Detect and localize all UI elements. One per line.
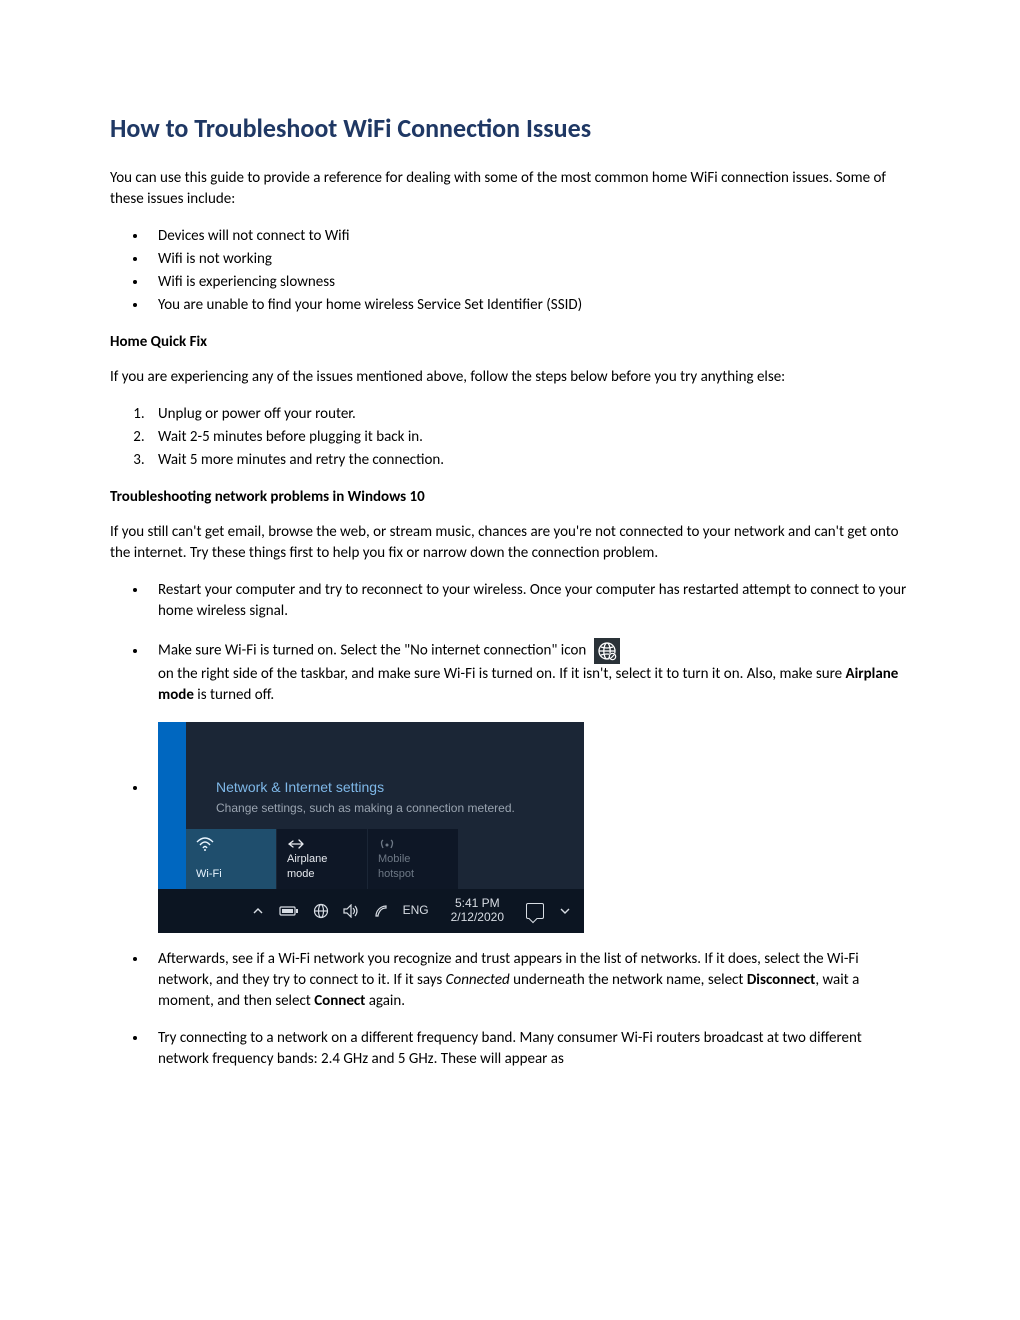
- heading-quickfix: Home Quick Fix: [110, 332, 910, 353]
- text: is turned off.: [194, 686, 274, 704]
- taskbar: ENG 5:41 PM 2/12/2020: [158, 889, 584, 933]
- wifi-icon: [196, 837, 266, 853]
- text: underneath the network name, select: [510, 971, 747, 989]
- volume-icon[interactable]: [343, 904, 359, 918]
- flyout-accent-bar: [158, 722, 186, 888]
- quickfix-steps: Unplug or power off your router. Wait 2-…: [148, 404, 910, 471]
- list-item: You are unable to find your home wireles…: [148, 295, 910, 316]
- tray-language[interactable]: ENG: [403, 902, 429, 919]
- list-item-flyout: Network & Internet settings Change setti…: [148, 722, 910, 932]
- battery-icon[interactable]: [279, 905, 299, 917]
- win10-bullets: Restart your computer and try to reconne…: [148, 580, 910, 1069]
- text: on the right side of the taskbar, and ma…: [158, 665, 846, 683]
- chevron-up-icon[interactable]: [251, 904, 265, 918]
- airplane-icon: [287, 837, 357, 852]
- issues-list: Devices will not connect to Wifi Wifi is…: [148, 226, 910, 316]
- list-item: Wait 2-5 minutes before plugging it back…: [148, 427, 910, 448]
- tray-time: 5:41 PM: [451, 897, 504, 911]
- tray-date: 2/12/2020: [451, 911, 504, 925]
- list-item: Devices will not connect to Wifi: [148, 226, 910, 247]
- network-settings-subtitle: Change settings, such as making a connec…: [158, 800, 584, 817]
- text: Make sure Wi-Fi is turned on. Select the…: [158, 642, 586, 660]
- network-globe-icon[interactable]: [313, 903, 329, 919]
- text-bold: Connect: [314, 992, 365, 1010]
- list-item: Make sure Wi-Fi is turned on. Select the…: [148, 638, 910, 706]
- list-item: Afterwards, see if a Wi-Fi network you r…: [148, 949, 910, 1012]
- action-center-icon[interactable]: [526, 903, 544, 919]
- mobile-hotspot-tile[interactable]: Mobile hotspot: [368, 829, 458, 889]
- text-bold: Disconnect: [747, 971, 816, 989]
- list-item: Unplug or power off your router.: [148, 404, 910, 425]
- network-settings-link[interactable]: Network & Internet settings: [158, 778, 584, 798]
- chevron-down-icon[interactable]: [558, 904, 572, 918]
- airplane-mode-tile[interactable]: Airplane mode: [277, 829, 367, 889]
- tray-clock[interactable]: 5:41 PM 2/12/2020: [443, 897, 512, 925]
- text: again.: [365, 992, 405, 1010]
- tile-label: Wi-Fi: [196, 867, 266, 882]
- win10-intro: If you still can't get email, browse the…: [110, 522, 910, 564]
- tile-label: hotspot: [378, 867, 448, 882]
- no-internet-globe-icon: [594, 638, 620, 664]
- list-item: Try connecting to a network on a differe…: [148, 1028, 910, 1070]
- page-title: How to Troubleshoot WiFi Connection Issu…: [110, 110, 910, 146]
- pen-icon[interactable]: [373, 903, 389, 919]
- network-flyout: Network & Internet settings Change setti…: [158, 722, 584, 932]
- list-item: Wifi is not working: [148, 249, 910, 270]
- tile-label: Airplane mode: [287, 852, 357, 883]
- heading-win10: Troubleshooting network problems in Wind…: [110, 487, 910, 508]
- hotspot-icon: [378, 837, 448, 852]
- quickfix-intro: If you are experiencing any of the issue…: [110, 367, 910, 388]
- wifi-tile[interactable]: Wi-Fi: [186, 829, 276, 889]
- text-italic: Connected: [446, 971, 510, 989]
- tile-label: Mobile: [378, 852, 448, 867]
- intro-paragraph: You can use this guide to provide a refe…: [110, 168, 910, 210]
- list-item: Restart your computer and try to reconne…: [148, 580, 910, 622]
- list-item: Wait 5 more minutes and retry the connec…: [148, 450, 910, 471]
- list-item: Wifi is experiencing slowness: [148, 272, 910, 293]
